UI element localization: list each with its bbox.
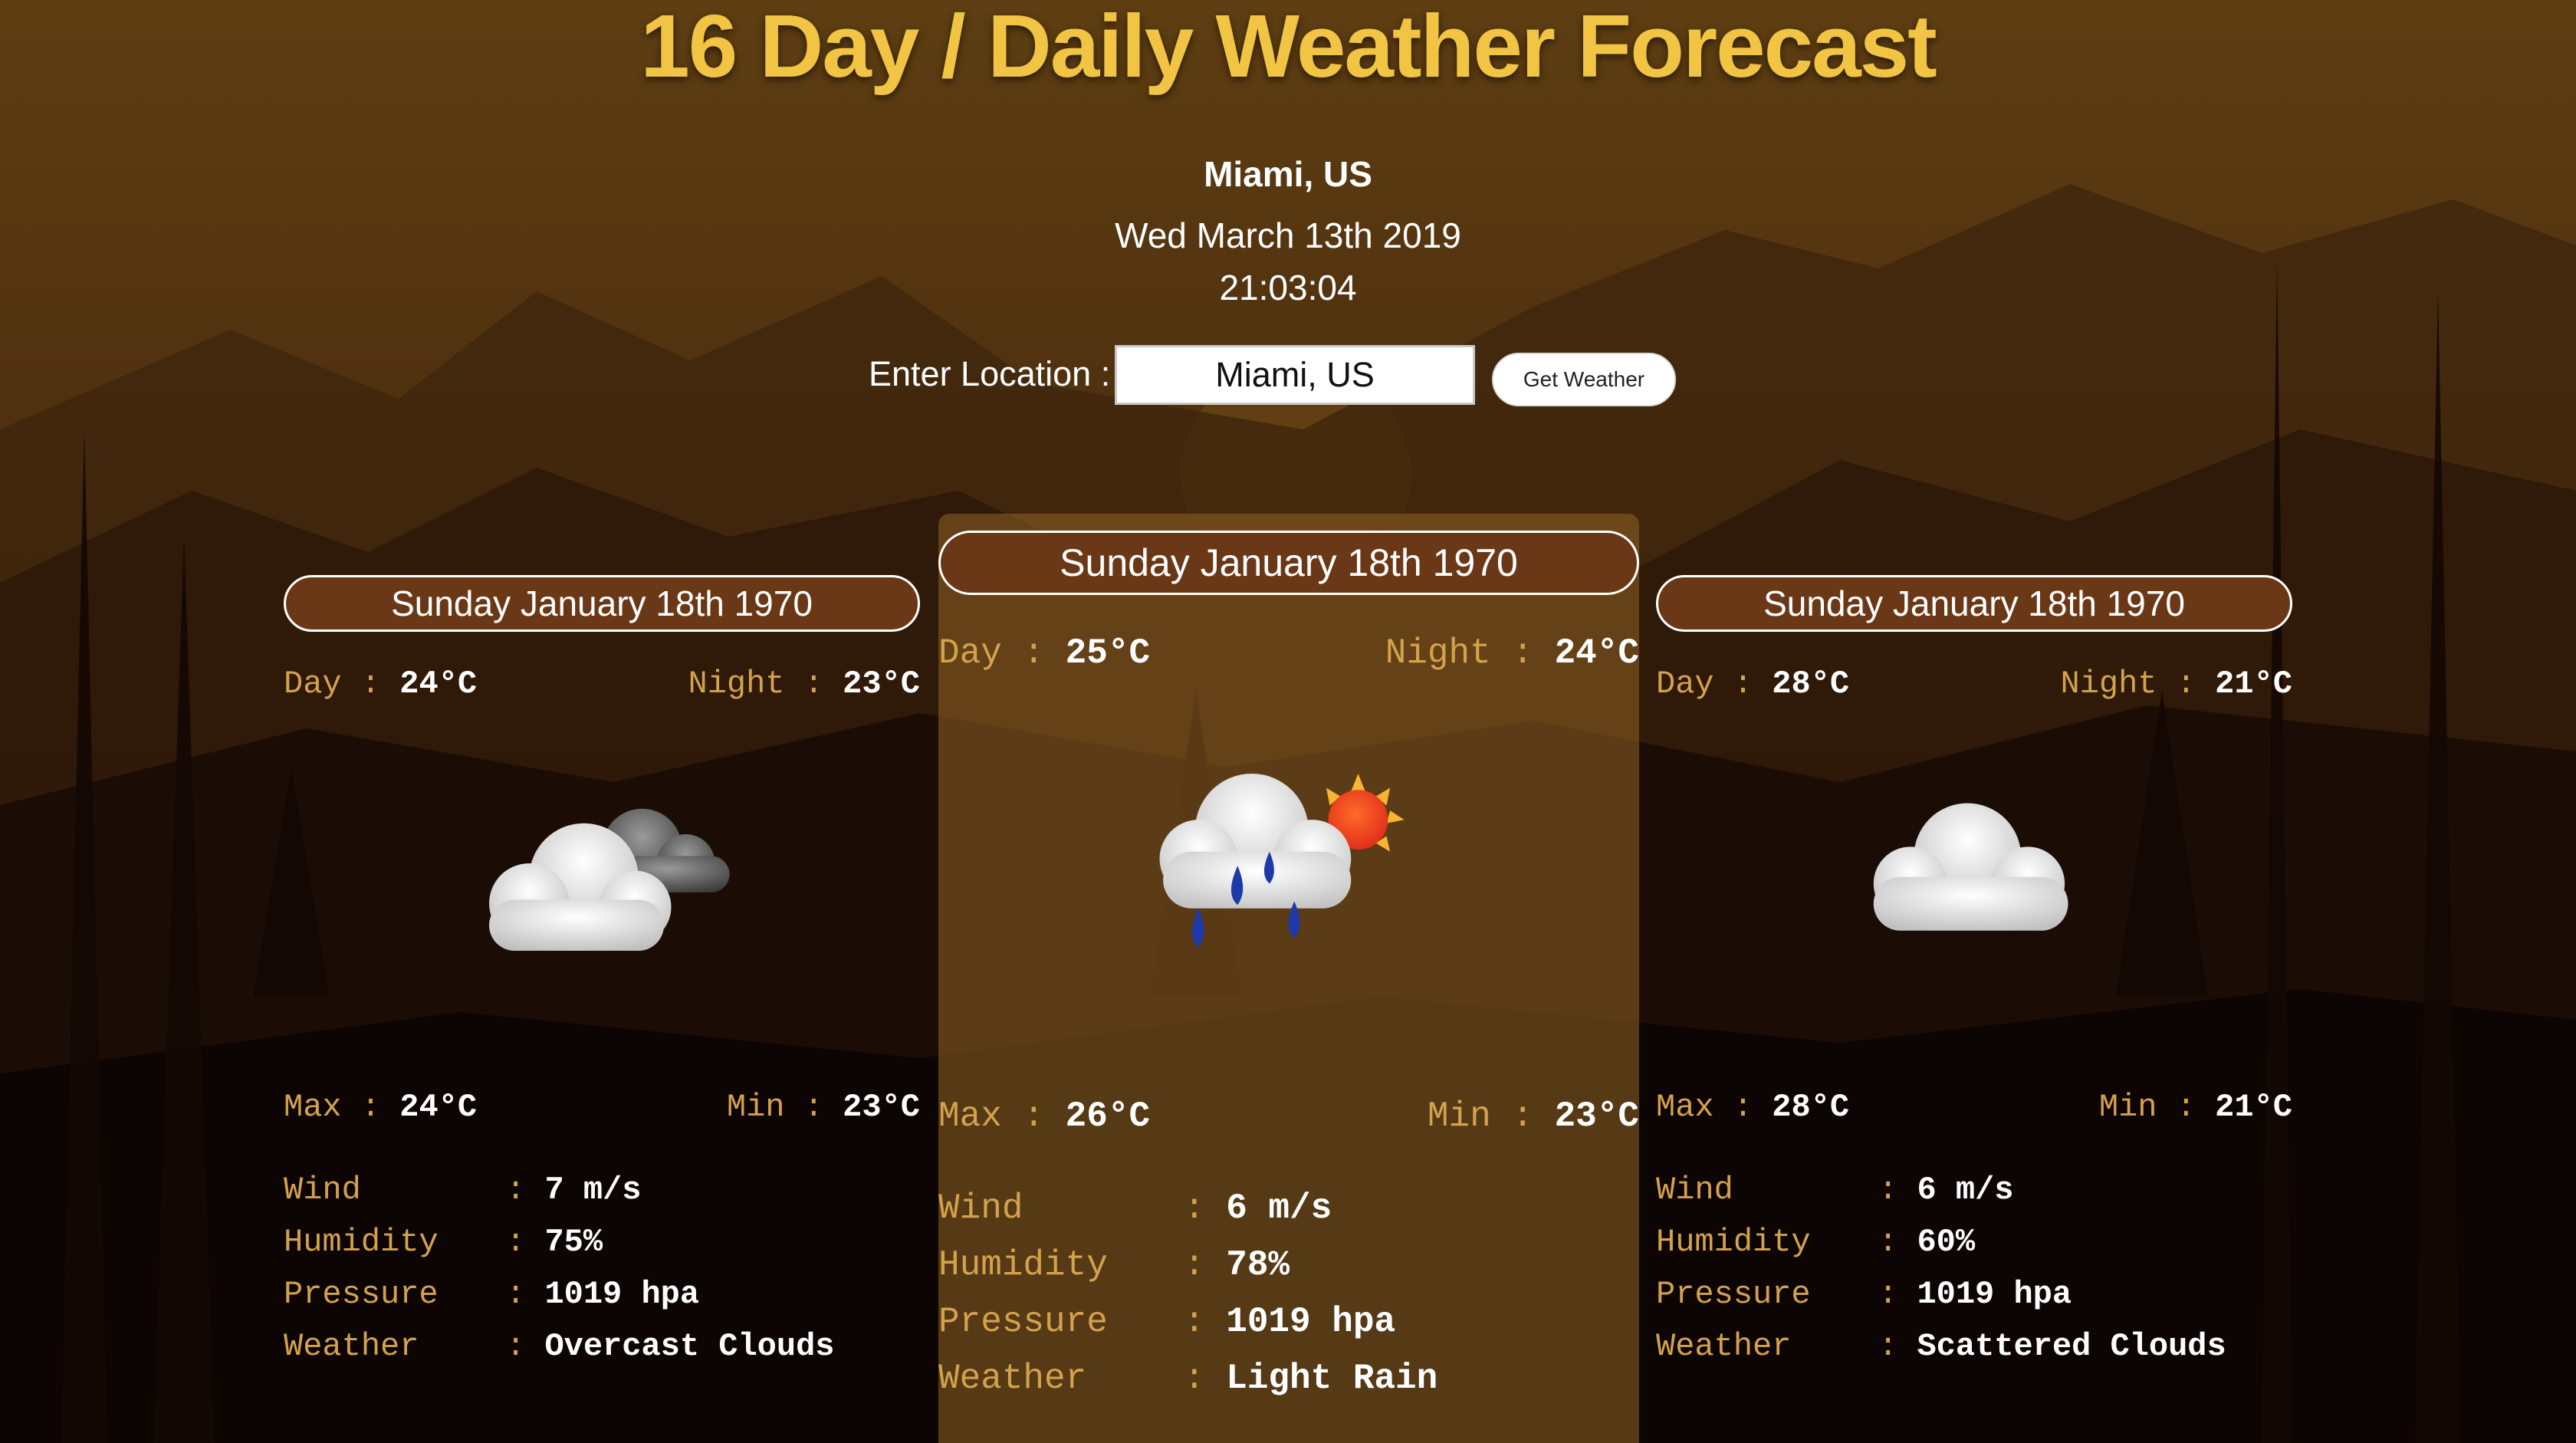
current-time: 21:03:04	[1219, 268, 1357, 307]
current-date: Wed March 13th 2019	[1115, 215, 1461, 255]
min-temp: Min : 21°C	[2098, 1089, 2292, 1126]
humidity-value: : 75%	[506, 1224, 603, 1261]
pressure-label: Pressure	[1656, 1276, 1811, 1313]
wind-label: Wind	[1656, 1172, 1733, 1208]
pressure-label: Pressure	[938, 1302, 1108, 1342]
pressure-value: : 1019 hpa	[1878, 1276, 2072, 1313]
night-temp: Night : 23°C	[688, 666, 920, 702]
forecast-card-2: Sunday January 18th 1970 Day : 25°C Nigh…	[938, 514, 1639, 1443]
day-temp: Day : 28°C	[1656, 666, 1850, 702]
wind-label: Wind	[284, 1172, 361, 1208]
weather-value: : Scattered Clouds	[1878, 1328, 2226, 1365]
weather-label: Weather	[284, 1328, 419, 1365]
card-date: Sunday January 18th 1970	[938, 531, 1639, 595]
humidity-value: : 78%	[1184, 1245, 1290, 1285]
get-weather-button[interactable]: Get Weather	[1492, 353, 1676, 406]
light-rain-icon	[1159, 774, 1405, 948]
weather-label: Weather	[938, 1359, 1087, 1399]
pressure-value: : 1019 hpa	[506, 1276, 700, 1313]
page-title: 16 Day / Daily Weather Forecast	[640, 0, 1937, 96]
forecast-card-1: Sunday January 18th 1970 Day : 24°C Nigh…	[284, 575, 920, 1443]
humidity-label: Humidity	[284, 1224, 439, 1261]
min-temp: Min : 23°C	[726, 1089, 920, 1126]
overcast-clouds-icon	[489, 808, 730, 951]
wind-value: : 7 m/s	[506, 1172, 642, 1208]
pressure-value: : 1019 hpa	[1184, 1302, 1396, 1342]
weather-value: : Overcast Clouds	[506, 1328, 835, 1365]
card-date: Sunday January 18th 1970	[1656, 575, 2292, 632]
location-label: Enter Location :	[869, 354, 1111, 393]
max-temp: Max : 28°C	[1656, 1089, 1850, 1126]
humidity-label: Humidity	[938, 1245, 1108, 1285]
pressure-label: Pressure	[284, 1276, 439, 1313]
night-temp: Night : 21°C	[2060, 666, 2292, 702]
location-input[interactable]	[1115, 345, 1475, 405]
city-name: Miami, US	[1204, 154, 1372, 194]
weather-value: : Light Rain	[1184, 1359, 1438, 1399]
card-date: Sunday January 18th 1970	[284, 575, 920, 632]
wind-value: : 6 m/s	[1184, 1188, 1332, 1228]
humidity-value: : 60%	[1878, 1224, 1976, 1261]
max-temp: Max : 24°C	[284, 1089, 478, 1126]
wind-label: Wind	[938, 1188, 1024, 1228]
night-temp: Night : 24°C	[1385, 633, 1639, 673]
wind-value: : 6 m/s	[1878, 1172, 2014, 1208]
day-temp: Day : 25°C	[938, 633, 1151, 673]
humidity-label: Humidity	[1656, 1224, 1811, 1261]
max-temp: Max : 26°C	[938, 1096, 1151, 1136]
forecast-card-3: Sunday January 18th 1970 Day : 28°C Nigh…	[1656, 575, 2292, 1443]
day-temp: Day : 24°C	[284, 666, 478, 702]
scattered-clouds-icon	[1873, 803, 2068, 931]
min-temp: Min : 23°C	[1427, 1096, 1639, 1136]
weather-label: Weather	[1656, 1328, 1792, 1365]
